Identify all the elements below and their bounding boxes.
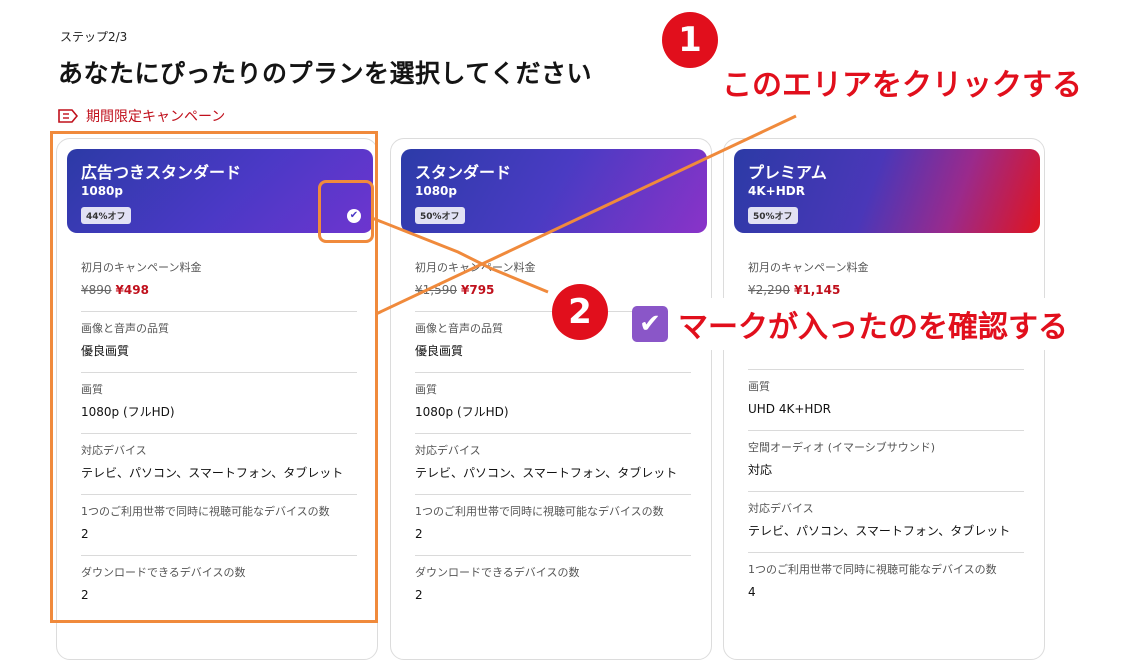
checkbox-icon: ✔ [632,306,668,342]
step-2-instruction: マークが入ったのを確認する [678,310,1068,345]
step-number-1-badge: 1 [662,12,718,68]
pointer-line-2 [371,216,549,294]
step-1-instruction: このエリアをクリックする [722,68,1082,103]
step-2-callout: ✔ マークが入ったのを確認する [632,298,1078,350]
step-number-2-badge: 2 [552,284,608,340]
